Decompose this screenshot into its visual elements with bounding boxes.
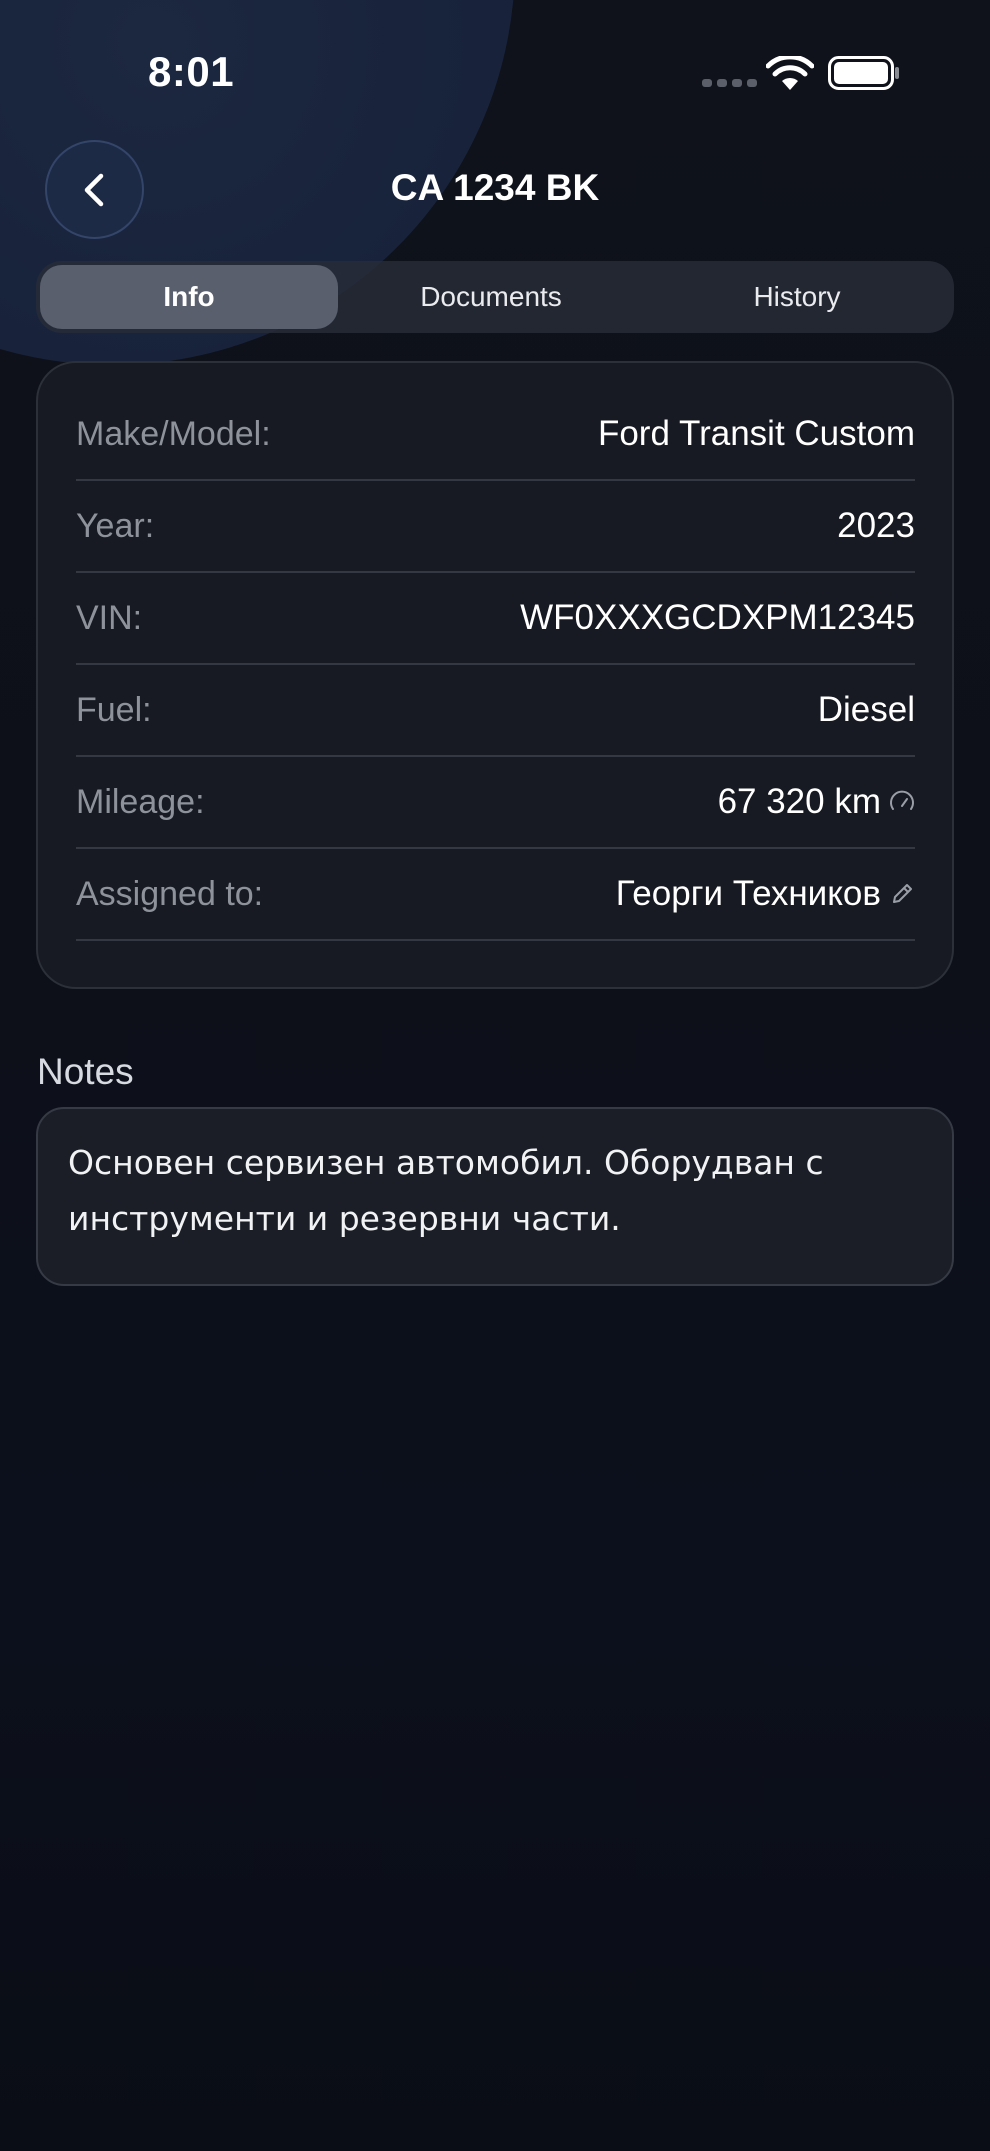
tab-history[interactable]: History [644,265,950,329]
info-value: Ford Transit Custom [597,414,915,453]
speedometer-icon [890,790,914,810]
battery-icon [828,56,899,90]
info-label: Fuel: [76,690,152,729]
info-row-fuel: Fuel: Diesel [76,665,915,757]
info-value: 67 320 km [718,782,915,822]
tab-documents[interactable]: Documents [338,265,644,329]
notes-text: Основен сервизен автомобил. Оборудван с … [68,1143,824,1238]
tab-bar: Info Documents History [36,261,954,333]
notes-heading: Notes [37,1051,134,1092]
info-label: Make/Model: [76,414,271,453]
info-label: Year: [76,506,155,545]
pencil-icon[interactable] [889,881,915,907]
info-label: VIN: [76,598,143,637]
info-label: Assigned to: [76,874,264,913]
notes-card: Основен сервизен автомобил. Оборудван с … [36,1107,954,1286]
status-time: 8:01 [148,48,235,95]
tab-info[interactable]: Info [40,265,338,329]
info-value: 2023 [837,506,915,545]
info-row-vin: VIN: WF0XXXGCDXPM12345 [76,573,915,665]
cellular-signal-icon [702,79,757,87]
info-value: Diesel [817,690,915,729]
vehicle-details-screen: 8:01 CA 1234 BK Info Documents History M… [0,0,990,2151]
info-row-assigned-to[interactable]: Assigned to: Георги Техников [76,849,915,941]
info-row-mileage[interactable]: Mileage: 67 320 km [76,757,915,849]
info-value: WF0XXXGCDXPM12345 [520,598,915,637]
info-label: Mileage: [76,782,205,821]
vehicle-info-card: Make/Model: Ford Transit Custom Year: 20… [36,361,954,989]
info-row-year: Year: 2023 [76,481,915,573]
wifi-icon [766,56,814,90]
page-title: CA 1234 BK [390,167,600,208]
info-row-make-model: Make/Model: Ford Transit Custom [76,389,915,481]
info-value: Георги Техников [616,874,915,914]
